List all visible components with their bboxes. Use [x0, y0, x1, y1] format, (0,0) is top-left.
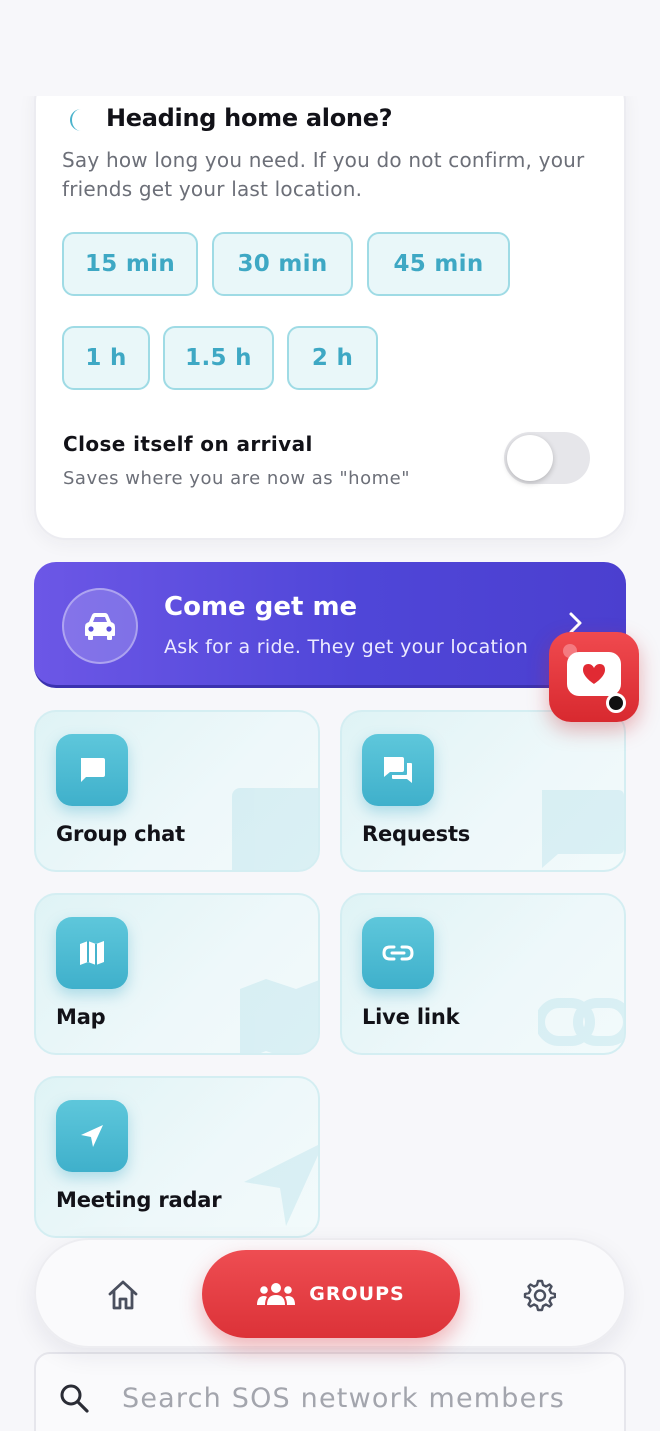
card-description: Say how long you need. If you do not con… — [62, 148, 585, 201]
bottom-nav: GROUPS — [34, 1238, 626, 1348]
navigation-ghost-icon — [244, 1145, 318, 1226]
arrival-toggle[interactable] — [504, 432, 590, 484]
status-bar — [0, 0, 660, 96]
sos-floating-button[interactable] — [549, 632, 639, 722]
search-input[interactable] — [122, 1376, 602, 1420]
tile-label: Requests — [362, 822, 471, 846]
link-icon-wrap — [362, 917, 434, 989]
moon-icon — [70, 109, 81, 131]
tile-label: Map — [56, 1005, 106, 1029]
tile-group-chat[interactable]: Group chat — [34, 710, 320, 872]
search-bar — [34, 1352, 626, 1431]
duration-1-5h-button[interactable]: 1.5 h — [163, 326, 274, 390]
duration-45min-button[interactable]: 45 min — [367, 232, 510, 296]
requests-icon — [384, 757, 412, 783]
duration-15min-button[interactable]: 15 min — [62, 232, 198, 296]
groups-tab[interactable]: GROUPS — [202, 1250, 460, 1338]
requests-icon-wrap — [362, 734, 434, 806]
ride-subtitle: Ask for a ride. They get your location — [164, 636, 529, 658]
link-ghost-icon — [538, 998, 624, 1046]
car-icon-wrap — [62, 588, 138, 664]
navigation-arrow-icon — [81, 1125, 103, 1147]
tile-live-link[interactable]: Live link — [340, 893, 626, 1055]
groups-tab-label: GROUPS — [309, 1283, 405, 1305]
map-icon-wrap — [56, 917, 128, 989]
settings-gear-icon[interactable] — [522, 1278, 556, 1312]
tile-label: Live link — [362, 1005, 460, 1029]
camera-dot-icon — [606, 693, 626, 713]
tile-meeting-radar[interactable]: Meeting radar — [34, 1076, 320, 1238]
navigation-icon-wrap — [56, 1100, 128, 1172]
tile-label: Group chat — [56, 822, 185, 846]
duration-1h-button[interactable]: 1 h — [62, 326, 150, 390]
duration-30min-button[interactable]: 30 min — [212, 232, 353, 296]
chat-icon-wrap — [56, 734, 128, 806]
tile-requests[interactable]: Requests — [340, 710, 626, 872]
duration-2h-button[interactable]: 2 h — [287, 326, 378, 390]
map-ghost-icon — [240, 979, 318, 1053]
heart-icon-wrap — [567, 652, 621, 696]
home-icon[interactable] — [106, 1278, 140, 1312]
chat-ghost-icon — [232, 788, 318, 870]
groups-icon — [257, 1283, 296, 1305]
ride-title: Come get me — [164, 592, 358, 622]
toggle-knob — [507, 435, 553, 481]
requests-ghost-icon — [542, 790, 624, 868]
heart-icon — [583, 664, 605, 684]
chat-icon — [81, 758, 105, 782]
car-icon — [85, 613, 115, 640]
link-icon — [382, 945, 414, 961]
tile-map[interactable]: Map — [34, 893, 320, 1055]
arrival-title: Close itself on arrival — [63, 432, 313, 456]
search-icon — [60, 1384, 89, 1413]
map-icon — [80, 941, 104, 965]
card-title: Heading home alone? — [106, 104, 393, 132]
tile-label: Meeting radar — [56, 1188, 222, 1212]
come-get-me-banner[interactable]: Come get me Ask for a ride. They get you… — [34, 562, 626, 688]
arrival-subtitle: Saves where you are now as "home" — [63, 468, 410, 489]
